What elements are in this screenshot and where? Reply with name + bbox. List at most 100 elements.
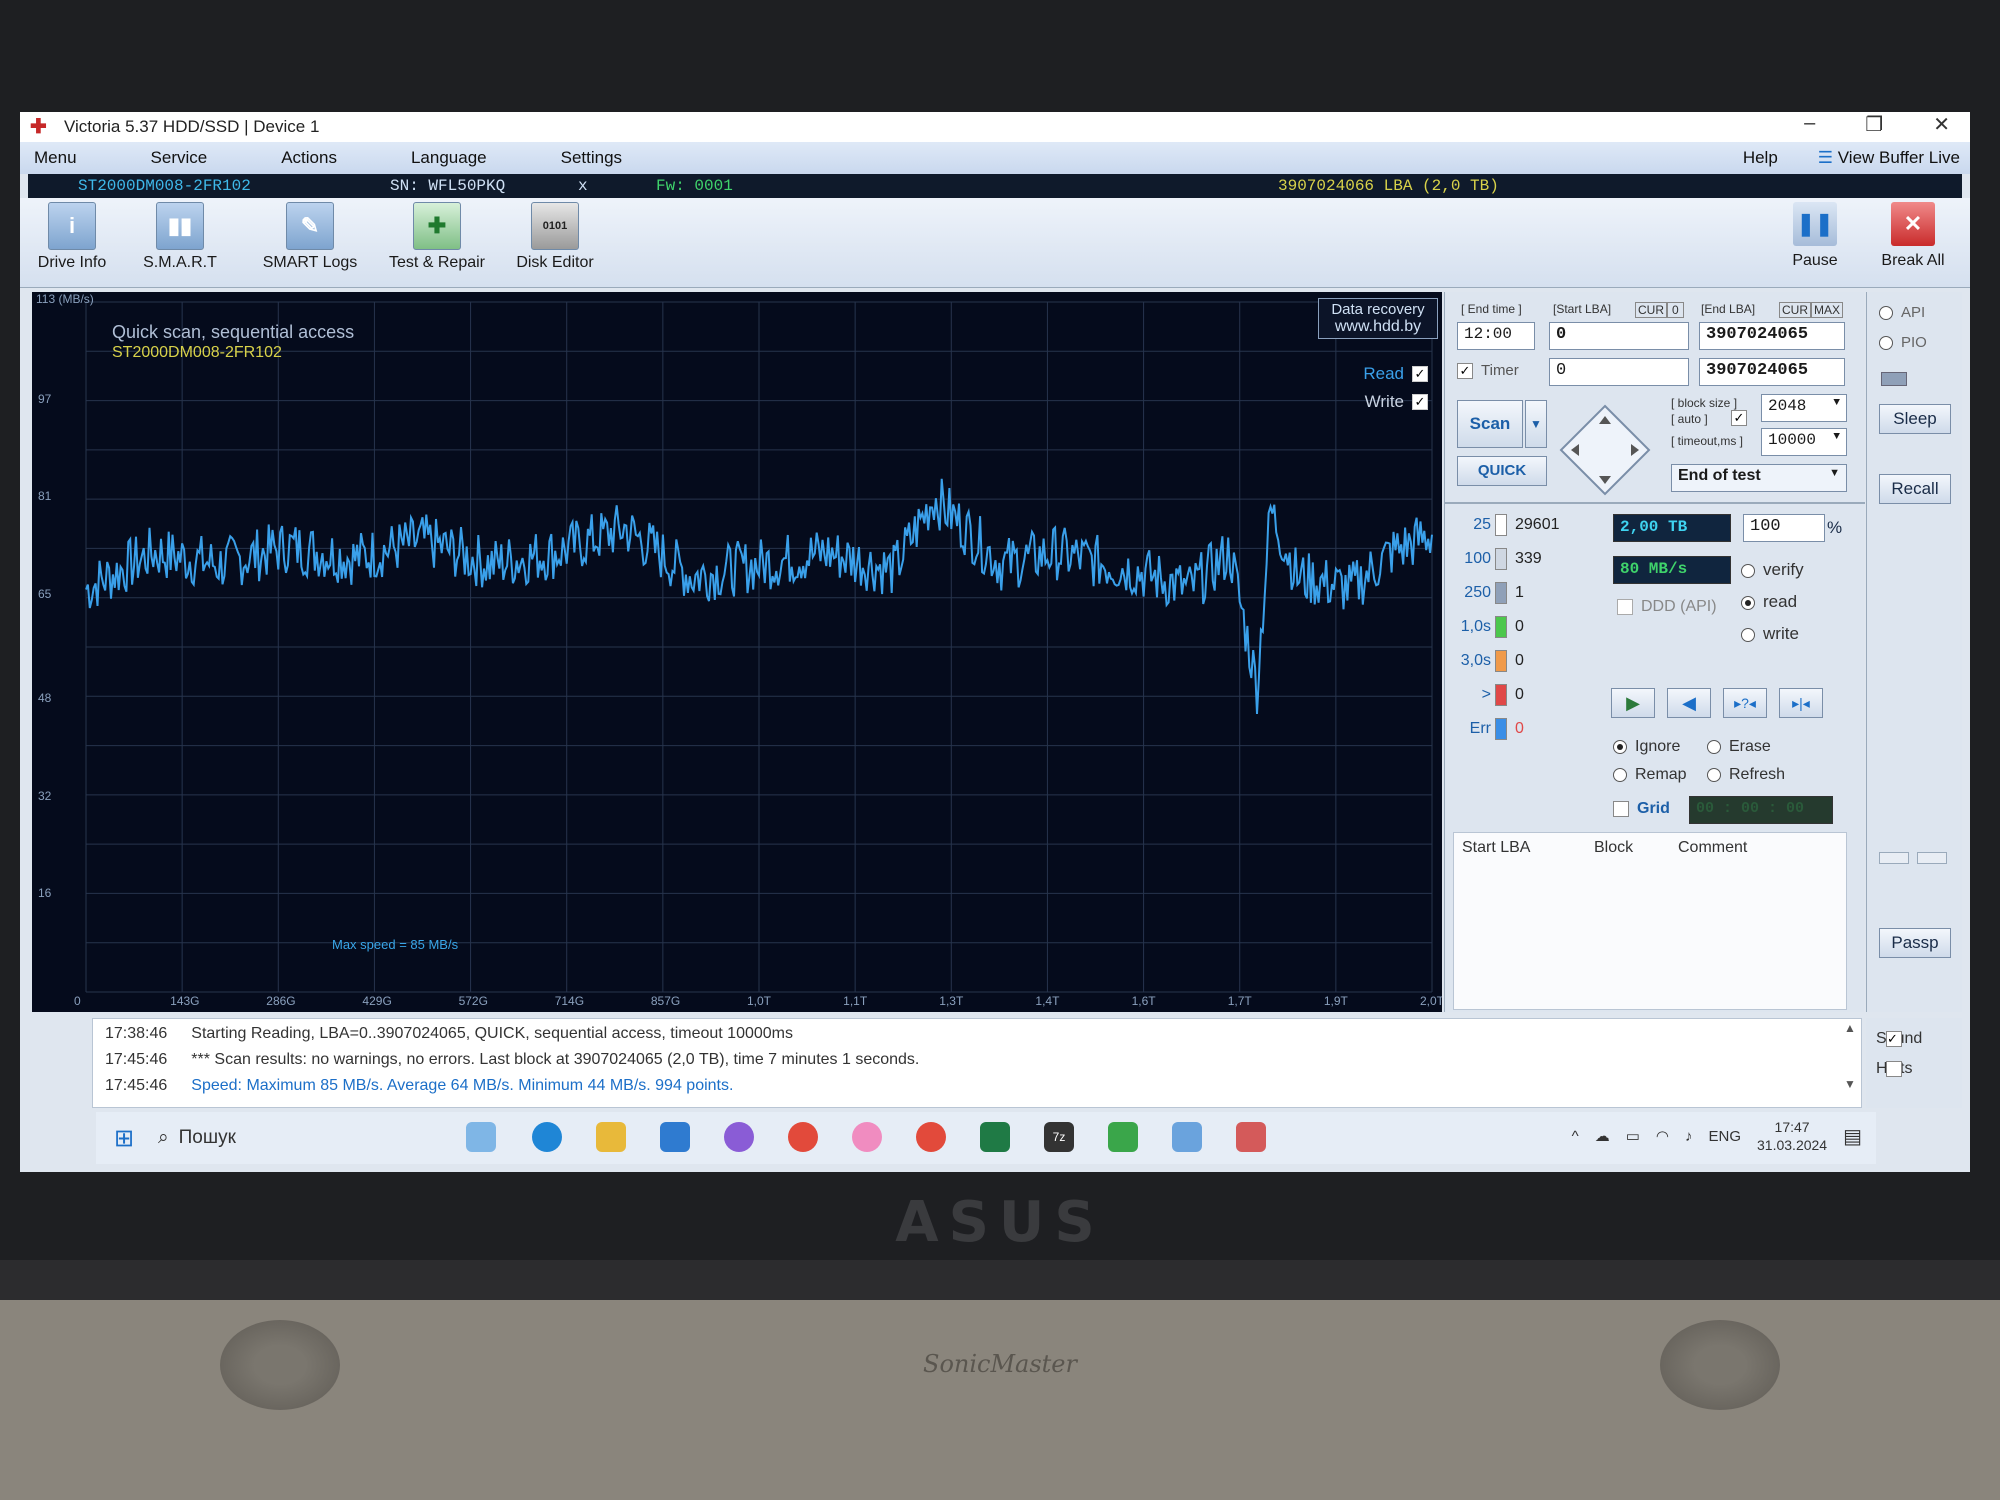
timer-field[interactable]: 0	[1549, 358, 1689, 386]
timeout-select[interactable]: 10000 ▼	[1761, 428, 1847, 456]
grid-checkbox[interactable]	[1613, 801, 1629, 817]
drive-info-button[interactable]: i Drive Info	[32, 202, 112, 272]
menu-actions[interactable]: Actions	[267, 148, 337, 168]
7zip-icon[interactable]: 7z	[1044, 1122, 1074, 1152]
read-checkbox[interactable]: ✓	[1412, 366, 1428, 382]
write-radio[interactable]: write	[1741, 624, 1799, 644]
radio-icon	[1879, 336, 1893, 351]
start-zero-button[interactable]: 0	[1667, 302, 1684, 318]
sleep-button[interactable]: Sleep	[1879, 404, 1951, 434]
end-time-field[interactable]: 12:00	[1457, 322, 1535, 350]
cloud-icon[interactable]: ☁	[1595, 1127, 1610, 1145]
block-size-select[interactable]: 2048 ▼	[1761, 394, 1847, 422]
timer-checkbox[interactable]: ✓	[1457, 362, 1473, 379]
pause-button[interactable]: ❚❚ Pause	[1782, 202, 1848, 270]
start-lba-field[interactable]: 0	[1549, 322, 1689, 350]
view-buffer-live[interactable]: ☰ View Buffer Live	[1818, 148, 1960, 168]
close-button[interactable]: ✕	[1933, 112, 1950, 137]
write-toggle[interactable]: Write ✓	[1365, 392, 1428, 412]
graph-unit: 113 (MB/s)	[36, 292, 94, 306]
write-checkbox[interactable]: ✓	[1412, 394, 1428, 410]
smart-logs-button[interactable]: ✎ SMART Logs	[260, 202, 360, 272]
auto-checkbox[interactable]: ✓	[1731, 410, 1747, 426]
random-button[interactable]: ▸?◂	[1723, 688, 1767, 718]
mail-icon[interactable]	[660, 1122, 690, 1152]
sound-checkbox[interactable]: ✓	[1886, 1031, 1902, 1047]
scan-button[interactable]: Scan	[1457, 400, 1523, 448]
read-radio[interactable]: read	[1741, 592, 1797, 612]
ignore-radio[interactable]: Ignore	[1613, 738, 1680, 756]
pio-radio[interactable]: PIO	[1879, 334, 1927, 351]
mini-button-2[interactable]	[1917, 852, 1947, 864]
break-all-button[interactable]: ✕ Break All	[1880, 202, 1946, 270]
log-time: 17:45:46	[105, 1077, 168, 1094]
ddd-api-toggle[interactable]: DDD (API)	[1617, 598, 1717, 616]
menu-service[interactable]: Service	[137, 148, 208, 168]
smart-button[interactable]: ▮▮ S.M.A.R.T	[140, 202, 220, 272]
chevron-up-icon[interactable]: ^	[1572, 1128, 1579, 1145]
menu-help[interactable]: Help	[1743, 148, 1778, 168]
wifi-icon[interactable]: ◠	[1656, 1127, 1669, 1145]
end-lba-field-2[interactable]: 3907024065	[1699, 358, 1845, 386]
timer-toggle[interactable]: ✓ Timer	[1457, 362, 1519, 379]
stat-row: 25 29601	[1453, 514, 1560, 536]
remap-radio[interactable]: Remap	[1613, 766, 1687, 784]
hints-checkbox[interactable]	[1886, 1061, 1902, 1077]
refresh-radio[interactable]: Refresh	[1707, 766, 1785, 784]
chrome-icon[interactable]	[788, 1122, 818, 1152]
api-radio[interactable]: API	[1879, 304, 1925, 321]
grid-toggle[interactable]: Grid	[1613, 800, 1670, 818]
end-of-test-select[interactable]: End of test ▼	[1671, 464, 1847, 492]
end-lba-field[interactable]: 3907024065	[1699, 322, 1845, 350]
y-tick-label: 32	[38, 788, 52, 803]
app-taskbar-icon-2[interactable]	[1236, 1122, 1266, 1152]
test-repair-button[interactable]: ✚ Test & Repair	[382, 202, 492, 272]
quick-button[interactable]: QUICK	[1457, 456, 1547, 486]
end-max-button[interactable]: MAX	[1811, 302, 1844, 318]
menu-language[interactable]: Language	[397, 148, 487, 168]
victoria-taskbar-icon[interactable]	[1108, 1122, 1138, 1152]
clock[interactable]: 17:47 31.03.2024	[1757, 1118, 1827, 1154]
read-toggle[interactable]: Read ✓	[1363, 364, 1428, 384]
battery-icon[interactable]: ▭	[1626, 1127, 1640, 1145]
end-cur-button[interactable]: CUR	[1779, 302, 1811, 318]
butterfly-button[interactable]: ▸|◂	[1779, 688, 1823, 718]
chrome-profile-icon[interactable]	[916, 1122, 946, 1152]
file-explorer-icon[interactable]	[596, 1122, 626, 1152]
disk-editor-button[interactable]: 0101 Disk Editor	[510, 202, 600, 272]
x-tick-label: 2,0T	[1420, 994, 1442, 1008]
device-close[interactable]: x	[578, 177, 588, 195]
menu-settings[interactable]: Settings	[547, 148, 622, 168]
windows-start-icon[interactable]: ⊞	[114, 1124, 134, 1153]
erase-radio[interactable]: Erase	[1707, 738, 1771, 756]
recall-button[interactable]: Recall	[1879, 474, 1951, 504]
taskbar-search[interactable]: ⌕ Пошук	[158, 1120, 358, 1156]
maximize-button[interactable]: ❐	[1865, 112, 1883, 137]
edge-icon[interactable]	[532, 1122, 562, 1152]
viber-icon[interactable]	[724, 1122, 754, 1152]
language-indicator[interactable]: ENG	[1709, 1128, 1742, 1145]
volume-icon[interactable]: ♪	[1685, 1128, 1693, 1145]
mini-button-1[interactable]	[1879, 852, 1909, 864]
ddd-checkbox[interactable]	[1617, 599, 1633, 615]
write-radio-label: write	[1763, 624, 1799, 643]
play-button[interactable]: ▶	[1611, 688, 1655, 718]
device-model[interactable]: ST2000DM008-2FR102	[78, 177, 251, 195]
app-taskbar-icon[interactable]	[1172, 1122, 1202, 1152]
weather-icon[interactable]	[466, 1122, 496, 1152]
direction-pad-icon[interactable]	[1557, 402, 1653, 498]
start-cur-button[interactable]: CUR	[1635, 302, 1667, 318]
minimize-button[interactable]: –	[1804, 112, 1815, 137]
notifications-icon[interactable]: ▤	[1843, 1124, 1862, 1149]
menu-menu[interactable]: Menu	[20, 148, 77, 168]
verify-radio[interactable]: verify	[1741, 560, 1804, 580]
paint-icon[interactable]	[852, 1122, 882, 1152]
excel-icon[interactable]	[980, 1122, 1010, 1152]
log-scrollbar[interactable]: ▲ ▼	[1843, 1021, 1857, 1105]
passp-button[interactable]: Passp	[1879, 928, 1951, 958]
reverse-button[interactable]: ◀	[1667, 688, 1711, 718]
scan-dropdown-icon[interactable]: ▼	[1525, 400, 1547, 448]
sound-toggle[interactable]: ✓Sound	[1876, 1030, 1922, 1048]
hints-toggle[interactable]: Hints	[1876, 1060, 1912, 1078]
data-recovery-link[interactable]: Data recovery www.hdd.by	[1318, 298, 1438, 339]
